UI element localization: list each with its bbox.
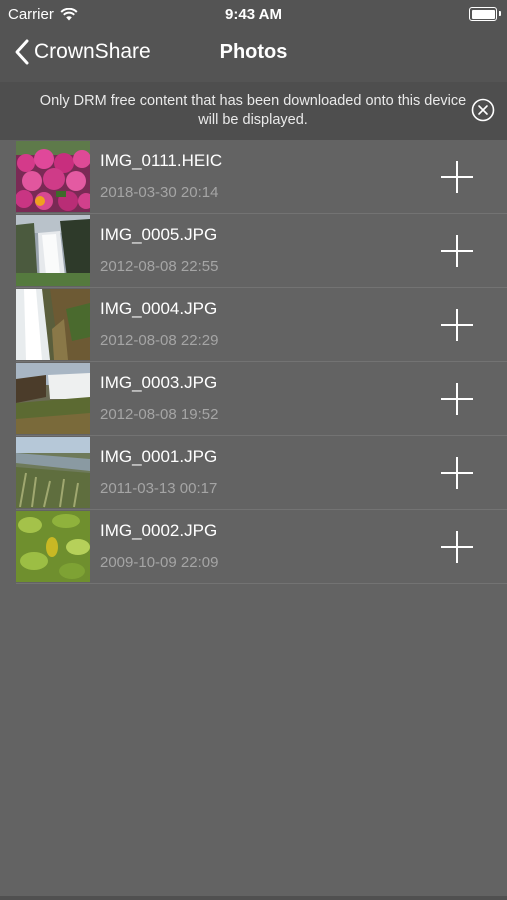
- add-icon[interactable]: [440, 160, 474, 194]
- photo-date: 2012-08-08 22:55: [100, 258, 219, 275]
- list-item[interactable]: IMG_0001.JPG 2011-03-13 00:17: [16, 436, 507, 510]
- close-icon[interactable]: [471, 98, 495, 122]
- status-time: 9:43 AM: [225, 6, 282, 23]
- add-icon[interactable]: [440, 456, 474, 490]
- list-item[interactable]: IMG_0111.HEIC 2018-03-30 20:14: [16, 140, 507, 214]
- photo-date: 2011-03-13 00:17: [100, 480, 218, 497]
- list-item[interactable]: IMG_0005.JPG 2012-08-08 22:55: [16, 214, 507, 288]
- photo-name: IMG_0001.JPG: [100, 447, 218, 466]
- list-item[interactable]: IMG_0002.JPG 2009-10-09 22:09: [16, 510, 507, 584]
- photo-thumbnail: [16, 289, 90, 360]
- add-icon[interactable]: [440, 530, 474, 564]
- photo-thumbnail: [16, 141, 90, 212]
- home-indicator-area: [0, 896, 507, 900]
- add-icon[interactable]: [440, 308, 474, 342]
- photo-thumbnail: [16, 437, 90, 508]
- photo-thumbnail: [16, 511, 90, 582]
- photo-name: IMG_0003.JPG: [100, 373, 218, 392]
- photo-name: IMG_0002.JPG: [100, 521, 218, 540]
- photo-name: IMG_0004.JPG: [100, 299, 218, 318]
- photo-date: 2009-10-09 22:09: [100, 554, 219, 571]
- photo-date: 2012-08-08 19:52: [100, 406, 219, 423]
- photo-list: IMG_0111.HEIC 2018-03-30 20:14 IMG_0005.…: [0, 140, 507, 584]
- add-icon[interactable]: [440, 382, 474, 416]
- battery-icon: [469, 7, 501, 21]
- navigation-bar: CrownShare Photos: [0, 28, 507, 82]
- add-icon[interactable]: [440, 234, 474, 268]
- list-item[interactable]: IMG_0004.JPG 2012-08-08 22:29: [16, 288, 507, 362]
- photo-thumbnail: [16, 363, 90, 434]
- status-bar: Carrier 9:43 AM: [0, 0, 507, 28]
- photo-date: 2018-03-30 20:14: [100, 184, 219, 201]
- photo-name: IMG_0111.HEIC: [100, 151, 223, 170]
- list-item[interactable]: IMG_0003.JPG 2012-08-08 19:52: [16, 362, 507, 436]
- info-banner: Only DRM free content that has been down…: [0, 82, 507, 140]
- photo-date: 2012-08-08 22:29: [100, 332, 219, 349]
- banner-message: Only DRM free content that has been down…: [39, 93, 467, 128]
- photo-name: IMG_0005.JPG: [100, 225, 218, 244]
- page-title: Photos: [219, 41, 288, 63]
- photo-thumbnail: [16, 215, 90, 286]
